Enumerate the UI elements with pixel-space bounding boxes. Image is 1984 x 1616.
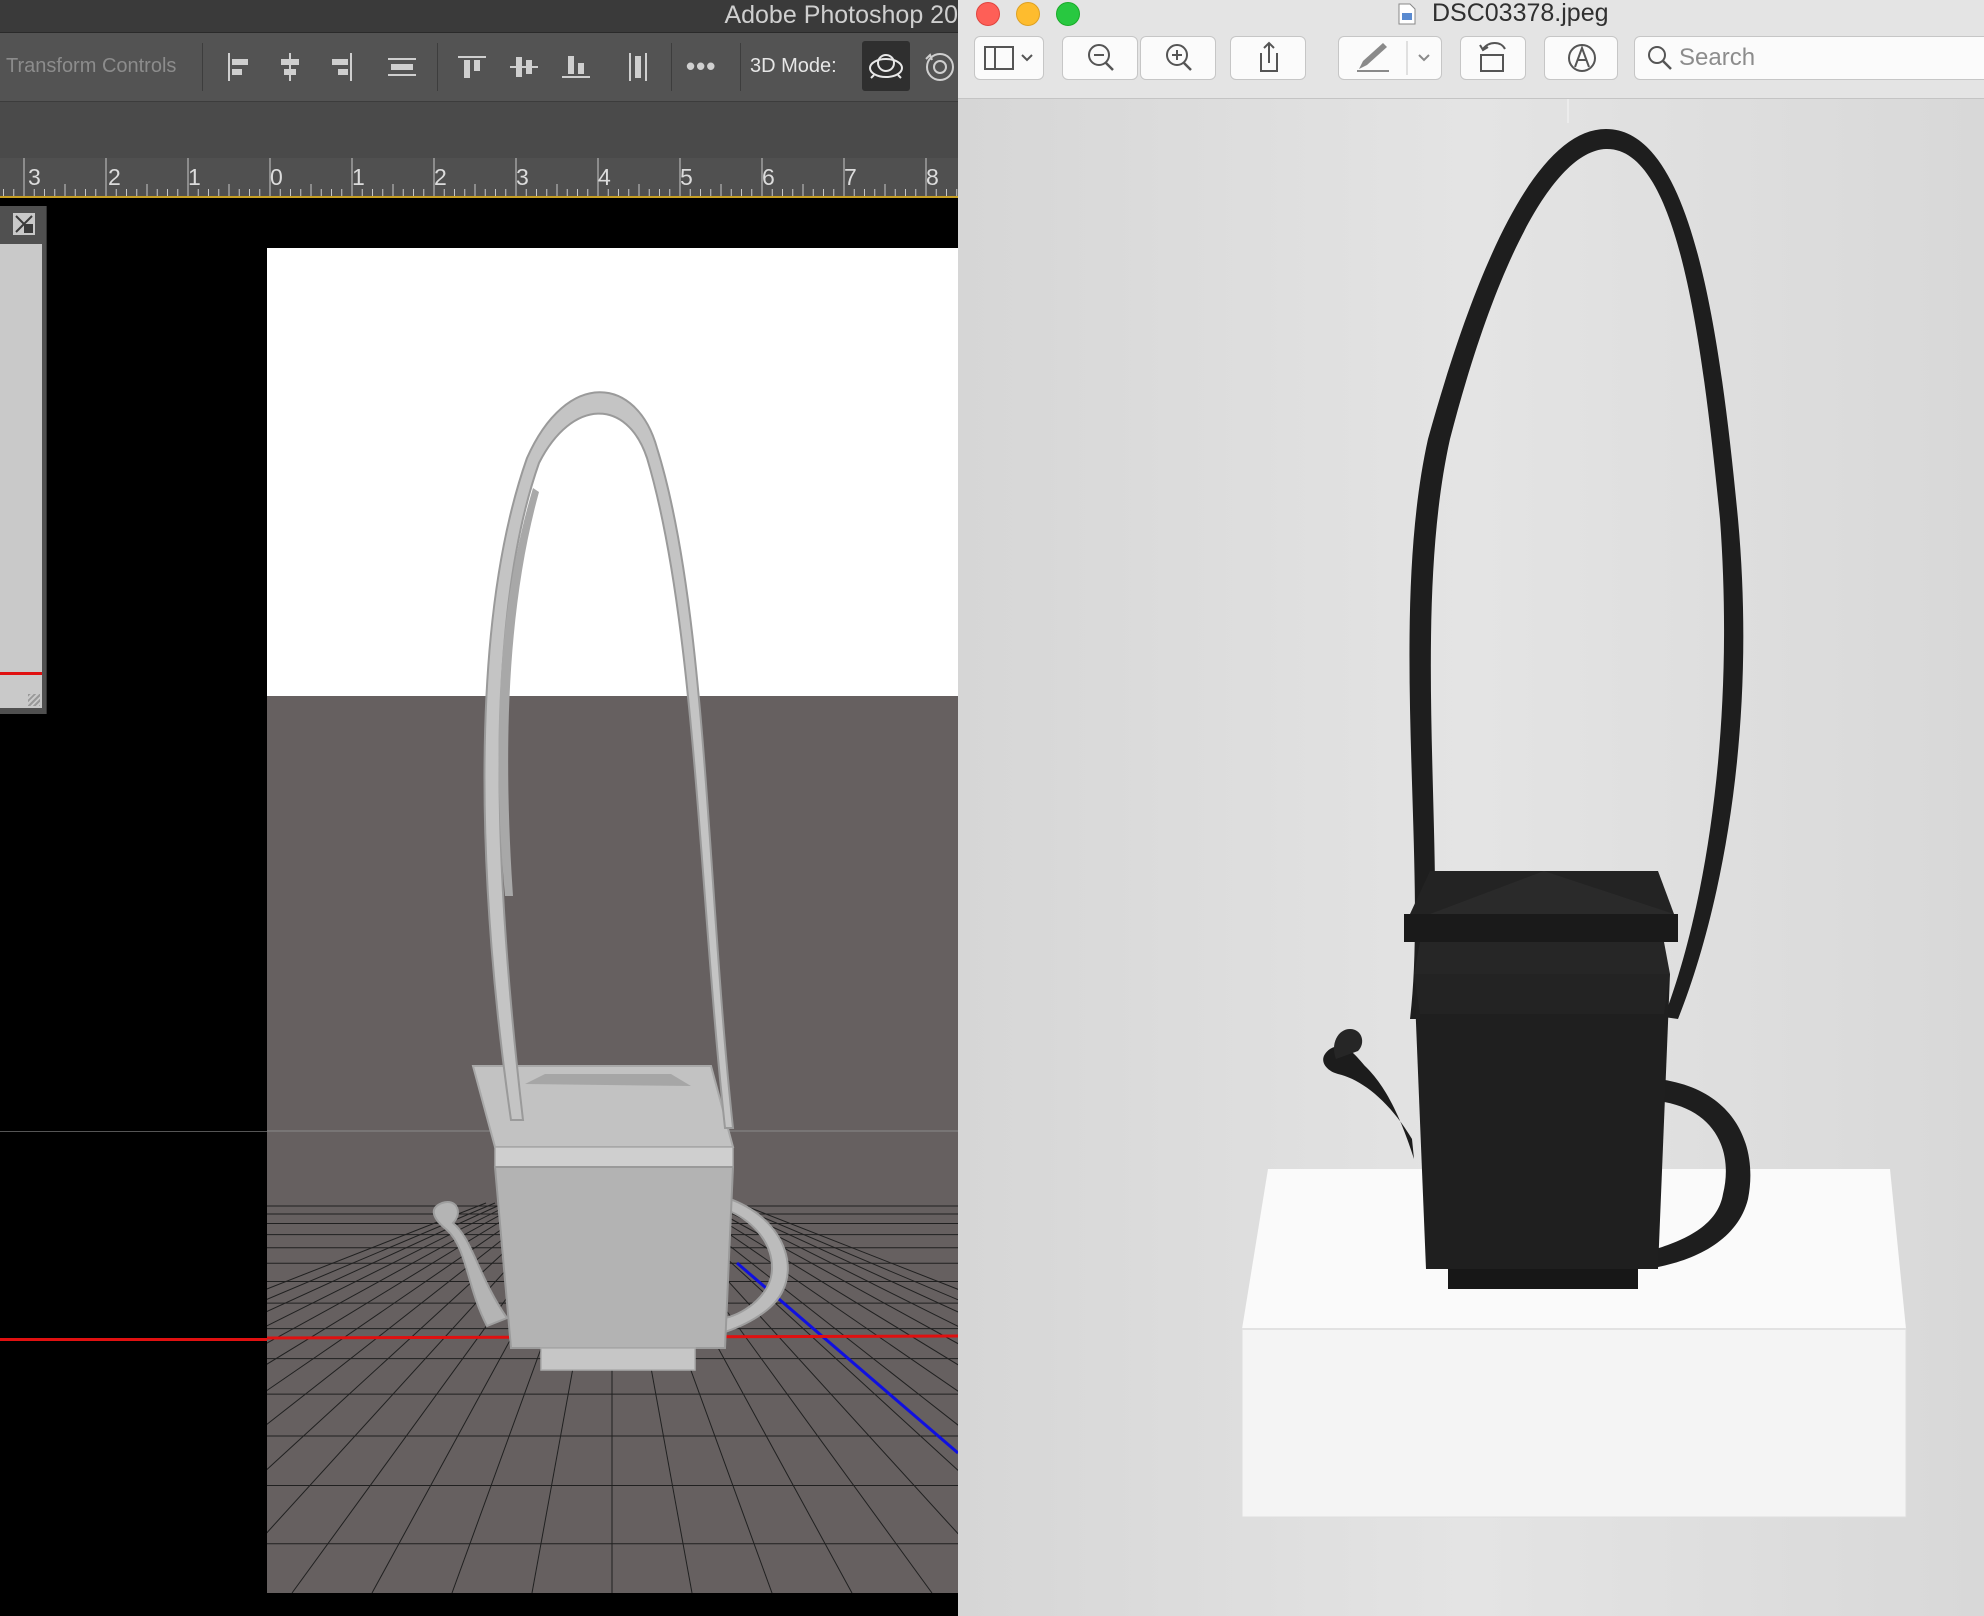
- roll-camera-icon: [925, 53, 954, 81]
- minimize-window-icon[interactable]: [1016, 2, 1040, 26]
- markup-pen-button[interactable]: [1338, 36, 1442, 80]
- zoom-in-button[interactable]: [1140, 36, 1216, 80]
- share-button[interactable]: [1230, 36, 1306, 80]
- ruler-number: 4: [598, 164, 611, 190]
- options-separator: [740, 43, 741, 91]
- rotate-icon: [1479, 42, 1506, 72]
- photoshop-window: Adobe Photoshop 20 Transform Controls ••…: [0, 0, 958, 1616]
- options-separator: [671, 43, 672, 91]
- zoom-out-icon: [1088, 44, 1114, 71]
- more-options-icon[interactable]: •••: [686, 51, 726, 81]
- search-icon: [1648, 46, 1672, 70]
- horizon-line: [0, 1131, 267, 1132]
- jpeg-document-icon: [1398, 3, 1416, 25]
- ruler-number: 2: [434, 164, 447, 190]
- photoshop-titlebar: Adobe Photoshop 20: [0, 0, 958, 33]
- search-field[interactable]: Search: [1634, 36, 1984, 80]
- align-right-edges-icon[interactable]: [324, 50, 358, 84]
- sidebar-toggle-button[interactable]: [974, 36, 1044, 80]
- annotate-icon: [1568, 44, 1596, 72]
- resize-grip-icon[interactable]: [28, 694, 40, 706]
- ruler-number: 1: [352, 164, 365, 190]
- document-tab-strip: [0, 102, 958, 158]
- close-window-icon[interactable]: [976, 2, 1000, 26]
- orbit-camera-icon: [869, 54, 903, 79]
- panel-expand-icon[interactable]: [12, 212, 36, 236]
- options-separator: [437, 43, 438, 91]
- roll-3d-camera-button[interactable]: [918, 45, 958, 89]
- align-vertical-centers-icon[interactable]: [507, 50, 541, 84]
- sidebar-icon: [984, 46, 1033, 70]
- x-axis-line: [0, 1338, 267, 1341]
- ruler-number: 6: [762, 164, 775, 190]
- align-bottom-edges-icon[interactable]: [559, 50, 593, 84]
- options-separator: [202, 43, 203, 91]
- align-top-edges-icon[interactable]: [455, 50, 489, 84]
- transform-controls-checkbox-label[interactable]: Transform Controls: [6, 55, 176, 78]
- ruler-number: 5: [680, 164, 693, 190]
- x-axis-line: [0, 672, 42, 675]
- panel-content: [0, 244, 42, 708]
- zoom-window-icon[interactable]: [1056, 2, 1080, 26]
- 3d-mode-label: 3D Mode:: [750, 55, 837, 77]
- rotate-button[interactable]: [1460, 36, 1526, 80]
- 3d-scene: [267, 248, 958, 1593]
- orbit-3d-camera-button[interactable]: [862, 41, 910, 91]
- zoom-out-button[interactable]: [1062, 36, 1138, 80]
- distribute-horizontal-icon[interactable]: [385, 50, 419, 84]
- zoom-in-icon: [1166, 44, 1192, 71]
- preview-titlebar: DSC03378.jpeg Search: [958, 0, 1984, 99]
- ruler-number: 1: [188, 164, 201, 190]
- 3d-panel-collapsed[interactable]: [0, 206, 47, 714]
- share-icon: [1260, 41, 1278, 72]
- ruler-ticks: [3, 158, 958, 196]
- ruler-number: 0: [270, 164, 283, 190]
- annotate-button[interactable]: [1544, 36, 1618, 80]
- align-left-edges-icon[interactable]: [222, 50, 256, 84]
- distribute-vertical-icon[interactable]: [621, 50, 655, 84]
- options-bar: Transform Controls ••• 3D Mode:: [0, 33, 958, 102]
- ruler-number: 3: [28, 164, 41, 190]
- search-placeholder: Search: [1679, 44, 1756, 71]
- markup-pen-icon: [1357, 41, 1430, 75]
- ruler-number: 7: [844, 164, 857, 190]
- ruler-number: 3: [516, 164, 529, 190]
- teapot-photo: [958, 99, 1984, 1616]
- preview-window: DSC03378.jpeg Search: [958, 0, 1984, 1616]
- 3d-canvas[interactable]: [267, 248, 958, 1593]
- canvas-sky: [267, 248, 958, 696]
- ruler-number: 8: [926, 164, 939, 190]
- preview-file-name: DSC03378.jpeg: [1432, 0, 1609, 27]
- horizontal-ruler: 3 2 1 0 1 2 3 4 5 6 7 8: [0, 158, 958, 198]
- photoshop-window-title: Adobe Photoshop 20: [724, 1, 958, 29]
- ruler-number: 2: [108, 164, 121, 190]
- align-horizontal-centers-icon[interactable]: [273, 50, 307, 84]
